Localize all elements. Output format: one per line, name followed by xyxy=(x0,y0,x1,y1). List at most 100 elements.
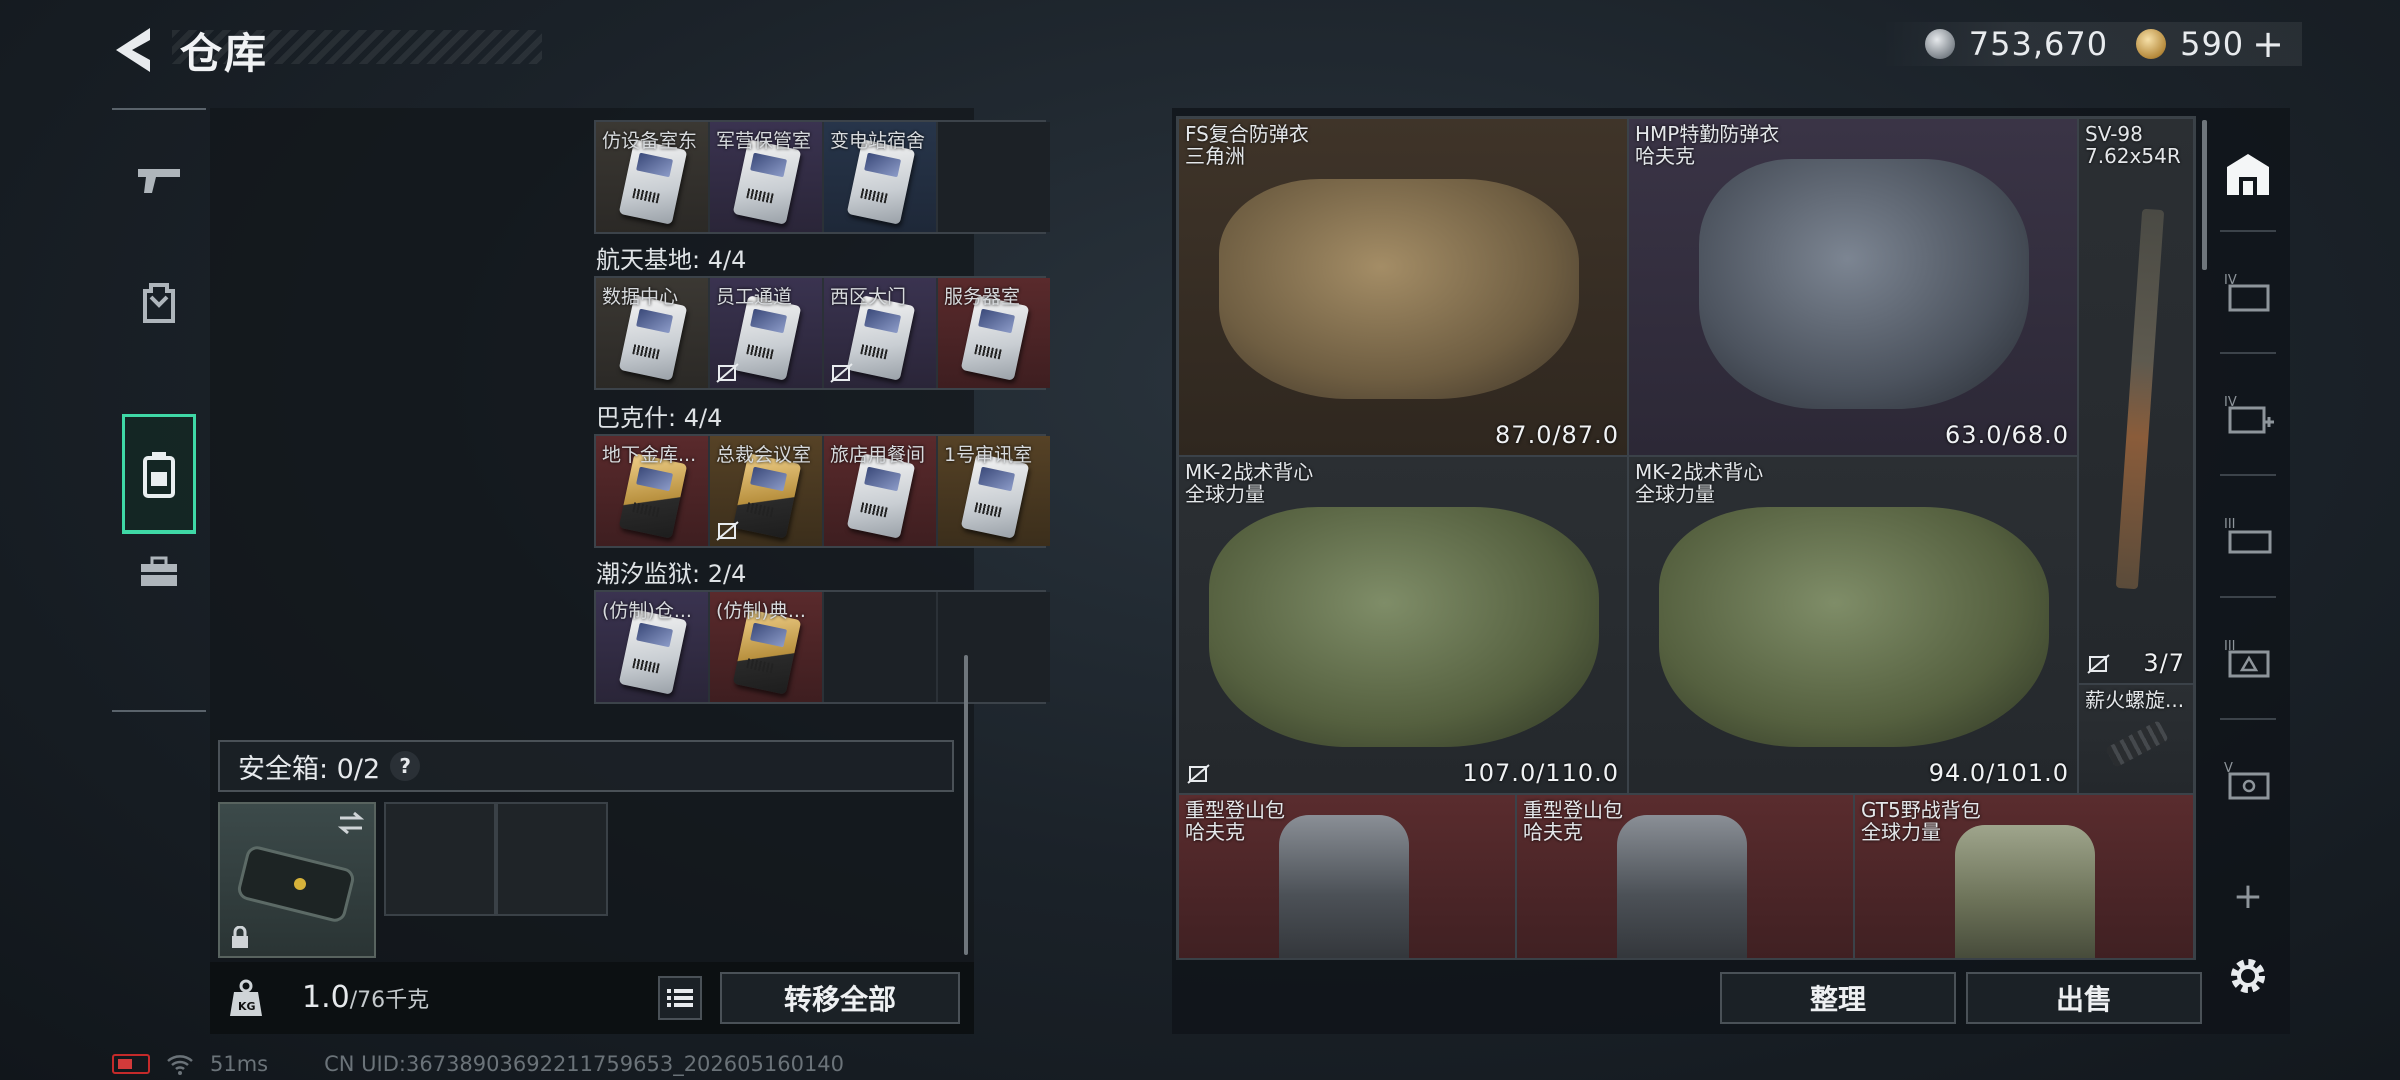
key-slot[interactable]: 变电站宿舍 xyxy=(824,122,936,232)
key-slot[interactable]: 军营保管室 xyxy=(710,122,822,232)
key-name: 服务器室 xyxy=(944,286,1021,308)
key-name: 军营保管室 xyxy=(716,130,812,152)
key-slot[interactable]: 旅店用餐间 xyxy=(824,436,936,546)
empty-key-slot[interactable] xyxy=(938,122,1050,232)
safe-slot[interactable] xyxy=(496,802,608,916)
tab-storage-4a[interactable]: IV xyxy=(2210,242,2286,342)
gold-coin-icon xyxy=(2136,29,2167,59)
item-heavy-backpack[interactable]: 重型登山包 哈夫克 xyxy=(1178,794,1516,958)
item-name: 重型登山包 哈夫克 xyxy=(1185,798,1285,844)
item-durability: 63.0/68.0 xyxy=(1945,421,2069,449)
item-mk2-vest[interactable]: MK-2战术背心 全球力量 94.0/101.0 xyxy=(1628,456,2078,794)
ammo-box-icon: III xyxy=(2224,639,2270,678)
item-hmp-armor[interactable]: HMP特勤防弹衣 哈夫克 63.0/68.0 xyxy=(1628,118,2078,456)
backpack-icon xyxy=(1955,825,2095,958)
sort-button[interactable]: 整理 xyxy=(1720,972,1956,1024)
key-slot[interactable]: 西区大门 xyxy=(824,278,936,388)
tab-storage-4b[interactable]: IV xyxy=(2210,364,2286,464)
item-name: 重型登山包 哈夫克 xyxy=(1523,798,1623,844)
currency-display: 753,670 590 + xyxy=(1882,22,2302,66)
tab-storage-3b[interactable]: III xyxy=(2210,608,2286,708)
no-drop-icon xyxy=(716,363,739,383)
key-name: 旅店用餐间 xyxy=(830,444,926,466)
weight-readout: 1.0/76千克 xyxy=(302,980,429,1015)
key-slot[interactable]: (仿制)典... xyxy=(710,592,822,702)
add-currency-button[interactable]: + xyxy=(2252,22,2284,66)
sell-button[interactable]: 出售 xyxy=(1966,972,2202,1024)
stash-tabs: IV IV III III V + xyxy=(2210,116,2286,1006)
safe-case-icon xyxy=(237,846,355,922)
key-slot[interactable]: (仿制)仓... xyxy=(596,592,708,702)
safe-box-slot[interactable] xyxy=(218,802,376,958)
key-name: (仿制)仓... xyxy=(602,600,692,622)
tab-storage-5[interactable]: V xyxy=(2210,730,2286,830)
backpack-icon xyxy=(1617,815,1747,958)
item-attachment[interactable]: 薪火螺旋... xyxy=(2078,684,2194,794)
safe-box-label: 安全箱: 0/2 xyxy=(238,753,381,785)
tab-separator xyxy=(2220,474,2276,476)
key-name: 总裁会议室 xyxy=(716,444,812,466)
transfer-all-button[interactable]: 转移全部 xyxy=(720,972,960,1024)
nav-equipment[interactable] xyxy=(122,242,196,362)
svg-text:III: III xyxy=(2224,517,2236,532)
back-arrow-icon[interactable] xyxy=(110,24,158,76)
no-drop-icon xyxy=(2087,654,2110,674)
warehouse-icon xyxy=(2227,154,2269,195)
key-slot[interactable]: 1号审讯室 xyxy=(938,436,1050,546)
latency: 51ms xyxy=(210,1052,269,1076)
item-name: SV-98 7.62x54R xyxy=(2085,122,2181,168)
item-durability: 87.0/87.0 xyxy=(1495,421,1619,449)
item-mk2-vest[interactable]: MK-2战术背心 全球力量 107.0/110.0 xyxy=(1178,456,1628,794)
nav-toolbox[interactable] xyxy=(122,512,196,632)
backpack-icon xyxy=(143,283,175,323)
key-slot[interactable]: 仿设备室东 xyxy=(596,122,708,232)
key-slot[interactable]: 员工通道 xyxy=(710,278,822,388)
list-icon xyxy=(667,989,693,1007)
attachment-icon xyxy=(2105,720,2169,768)
no-drop-icon xyxy=(716,521,739,541)
ammo-count: 3/7 xyxy=(2143,649,2185,677)
settings-button[interactable] xyxy=(2210,926,2286,1026)
key-slot[interactable]: 总裁会议室 xyxy=(710,436,822,546)
item-sv98[interactable]: SV-98 7.62x54R 3/7 xyxy=(2078,118,2194,684)
empty-key-slot[interactable] xyxy=(938,592,1050,702)
tab-storage-3a[interactable]: III xyxy=(2210,486,2286,586)
key-name: 仿设备室东 xyxy=(602,130,698,152)
item-gt5-backpack[interactable]: GT5野战背包 全球力量 xyxy=(1854,794,2194,958)
tab-all[interactable] xyxy=(2210,124,2286,224)
empty-key-slot[interactable] xyxy=(824,592,936,702)
tab-separator xyxy=(2220,718,2276,720)
key-name: 变电站宿舍 xyxy=(830,130,926,152)
item-heavy-backpack[interactable]: 重型登山包 哈夫克 xyxy=(1516,794,1854,958)
medkit-box-icon: IV xyxy=(2224,395,2274,434)
status-bar: 51ms CN UID:36738903692211759653_2026051… xyxy=(112,1052,844,1076)
item-name: HMP特勤防弹衣 哈夫克 xyxy=(1635,122,1780,168)
tactical-vest-icon xyxy=(1209,507,1599,747)
list-view-button[interactable] xyxy=(658,976,702,1020)
key-slot[interactable]: 地下金库... xyxy=(596,436,708,546)
safe-slot[interactable] xyxy=(384,802,496,916)
item-name: GT5野战背包 全球力量 xyxy=(1861,798,1981,844)
item-name: MK-2战术背心 全球力量 xyxy=(1635,460,1764,506)
key-slot[interactable]: 数据中心 xyxy=(596,278,708,388)
help-button[interactable]: ? xyxy=(390,751,421,781)
silver-coin-icon xyxy=(1924,29,1955,59)
key-name: 数据中心 xyxy=(602,286,679,308)
pistol-icon xyxy=(138,169,180,193)
no-drop-icon xyxy=(1187,764,1210,784)
rifle-icon xyxy=(2115,208,2165,590)
nav-weapons[interactable] xyxy=(122,120,196,240)
armor-vest-icon xyxy=(1699,159,2029,409)
weight-capacity: /76千克 xyxy=(349,988,430,1013)
key-slot[interactable]: 服务器室 xyxy=(938,278,1050,388)
gold-amount: 590 xyxy=(2180,25,2245,63)
item-fs-armor[interactable]: FS复合防弹衣 三角洲 87.0/87.0 xyxy=(1178,118,1628,456)
item-name: 薪火螺旋... xyxy=(2085,688,2185,712)
left-scrollbar[interactable] xyxy=(964,655,968,955)
tab-separator xyxy=(2220,352,2276,354)
item-durability: 107.0/110.0 xyxy=(1462,759,1619,787)
stash-scrollbar[interactable] xyxy=(2202,120,2207,270)
tab-separator xyxy=(2220,230,2276,232)
group-title-brakkesh: 巴克什: 4/4 xyxy=(596,404,723,432)
key-name: 1号审讯室 xyxy=(944,444,1033,466)
